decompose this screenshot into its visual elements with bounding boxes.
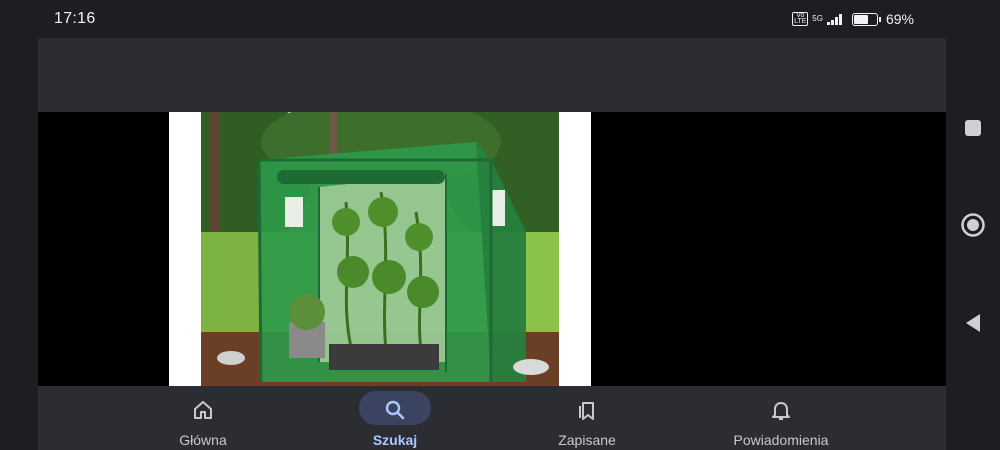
photo-frame[interactable] <box>169 112 591 386</box>
battery-percent: 69% <box>885 11 914 27</box>
home-circle-icon <box>961 213 985 237</box>
nav-home[interactable]: Główna <box>148 386 258 450</box>
nav-search[interactable]: Szukaj <box>340 386 450 450</box>
system-navigation-bar <box>946 38 1000 450</box>
bookmarks-icon <box>579 402 594 420</box>
nav-saved-label: Zapisane <box>558 432 616 448</box>
back-button[interactable] <box>963 312 983 339</box>
bell-icon <box>772 402 790 420</box>
battery-icon <box>851 12 881 26</box>
recents-icon <box>965 120 981 136</box>
status-bar: 17:16 Vo LTE 5G 69% <box>0 0 1000 38</box>
recents-button[interactable] <box>963 118 983 143</box>
bottom-navigation: Główna Szukaj Zapisane Powiadomienia <box>38 386 946 450</box>
search-icon <box>385 400 405 420</box>
greenhouse-photo[interactable] <box>201 112 559 386</box>
nav-search-label: Szukaj <box>372 432 418 448</box>
image-viewer[interactable] <box>38 112 946 386</box>
app-header <box>38 38 946 112</box>
nav-notifications[interactable]: Powiadomienia <box>716 386 846 450</box>
home-icon <box>194 401 212 419</box>
signal-icon <box>826 13 842 25</box>
nav-saved[interactable]: Zapisane <box>532 386 642 450</box>
system-home-button[interactable] <box>960 212 986 243</box>
clock: 17:16 <box>54 10 96 27</box>
network-type: 5G <box>812 14 823 23</box>
app-window: Główna Szukaj Zapisane Powiadomienia <box>38 38 946 450</box>
back-icon <box>966 314 980 332</box>
nav-notifications-label: Powiadomienia <box>733 432 829 448</box>
nav-home-label: Główna <box>179 432 227 448</box>
volte-icon: Vo LTE <box>792 12 809 26</box>
system-icons: Vo LTE 5G 69% <box>792 11 914 27</box>
